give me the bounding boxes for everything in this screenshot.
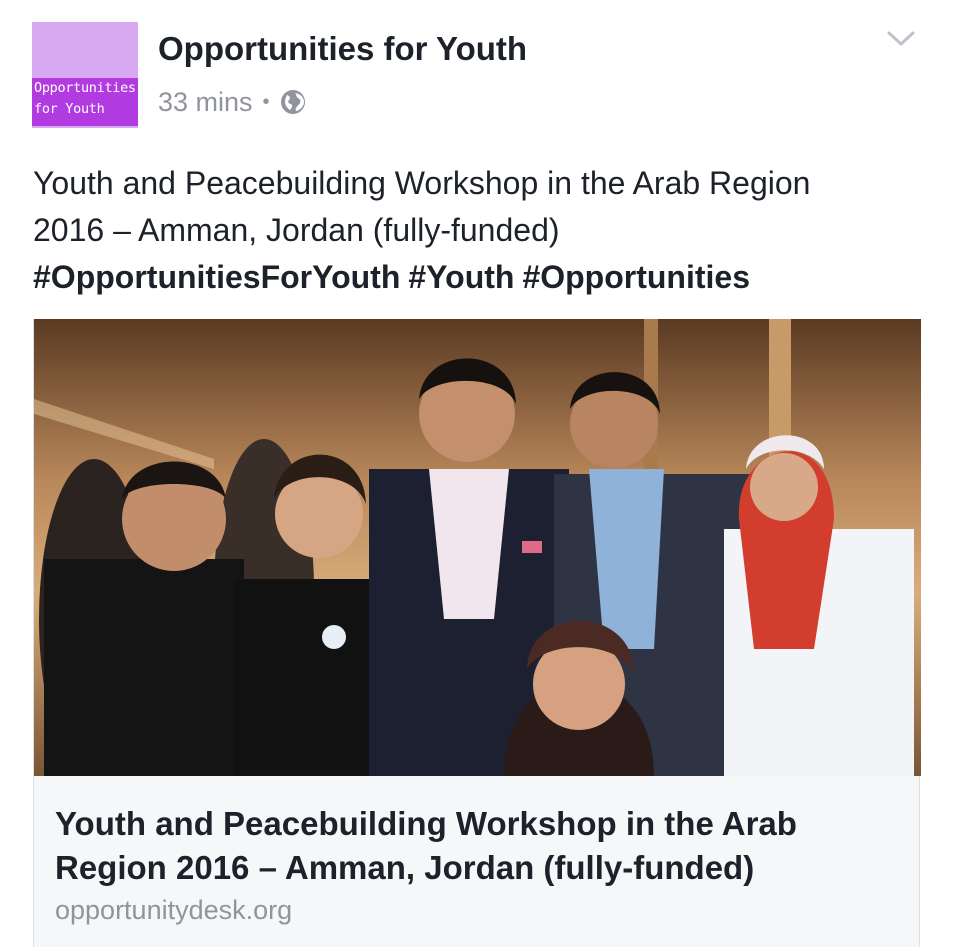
feed-post: Opportunities for Youth Opportunities fo… [0, 0, 953, 947]
post-text-line-2: 2016 – Amman, Jordan (fully-funded) [33, 212, 560, 248]
meta-separator: • [262, 90, 270, 113]
chevron-down-icon[interactable] [886, 26, 916, 50]
link-preview-image[interactable] [34, 319, 921, 776]
link-title-line-2: Region 2016 – Amman, Jordan (fully-funde… [55, 849, 755, 886]
hashtag-link[interactable]: #Youth [408, 259, 514, 295]
post-text: Youth and Peacebuilding Workshop in the … [33, 160, 933, 301]
globe-icon[interactable] [280, 89, 306, 115]
page-name-link[interactable]: Opportunities for Youth [158, 30, 527, 68]
avatar-text-line1: Opportunities [34, 80, 136, 96]
post-hashtags: #OpportunitiesForYouth #Youth #Opportuniti… [33, 254, 933, 301]
link-preview-domain: opportunitydesk.org [55, 895, 293, 925]
link-preview-card[interactable]: Youth and Peacebuilding Workshop in the … [33, 319, 921, 947]
post-timestamp[interactable]: 33 mins [158, 87, 253, 118]
link-preview-body[interactable]: Youth and Peacebuilding Workshop in the … [34, 776, 919, 947]
post-text-line-1: Youth and Peacebuilding Workshop in the … [33, 165, 811, 201]
link-title-line-1: Youth and Peacebuilding Workshop in the … [55, 805, 797, 842]
hashtag-link[interactable]: #OpportunitiesForYouth [33, 259, 400, 295]
link-preview-title[interactable]: Youth and Peacebuilding Workshop in the … [55, 802, 905, 890]
avatar-text-line2: for Youth [34, 101, 105, 117]
hashtag-link[interactable]: #Opportunities [522, 259, 750, 295]
page-avatar[interactable]: Opportunities for Youth [32, 22, 138, 128]
post-meta: 33 mins • [158, 85, 306, 119]
